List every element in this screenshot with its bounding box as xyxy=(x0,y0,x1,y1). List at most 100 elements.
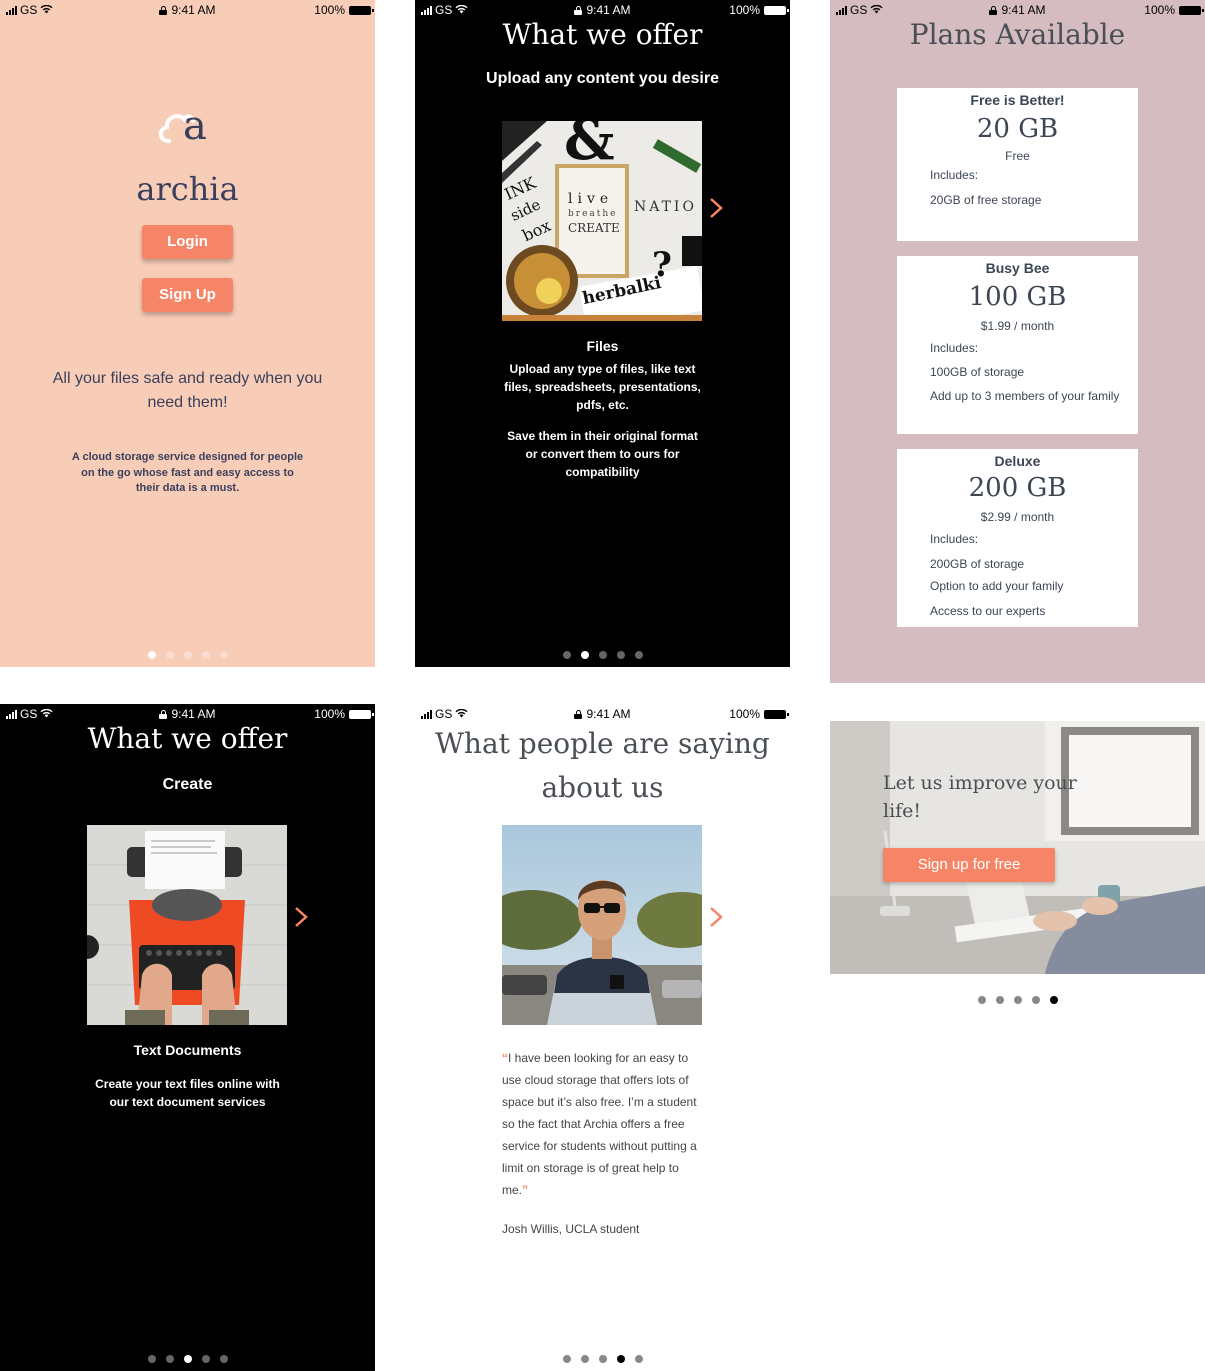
plan-feature: Add up to 3 members of your family xyxy=(930,389,1120,403)
status-time: 9:41 AM xyxy=(171,3,216,17)
page-dot[interactable] xyxy=(562,651,571,659)
person-photo xyxy=(502,825,702,1025)
page-dot[interactable] xyxy=(562,1355,571,1363)
welcome-screen: GS 9:41 AM 100% a archia Login Sign Up A… xyxy=(0,0,375,667)
page-dot[interactable] xyxy=(183,651,192,659)
plan-feature: Access to our experts xyxy=(930,604,1046,618)
status-bar: GS 9:41 AM 100% xyxy=(415,704,790,724)
page-dot[interactable] xyxy=(165,1355,174,1363)
feature-description: Create your text files online with our t… xyxy=(95,1077,280,1109)
page-subtitle: Upload any content you desire xyxy=(486,70,719,87)
page-subtitle: Create xyxy=(162,776,213,793)
image-text: NATIO xyxy=(634,199,697,215)
page-dot[interactable] xyxy=(219,651,228,659)
chevron-right-icon[interactable] xyxy=(294,904,308,935)
signup-button[interactable]: Sign Up xyxy=(142,278,233,312)
plan-name: Deluxe xyxy=(994,453,1041,469)
plan-card-deluxe[interactable]: Deluxe 200 GB $2.99 / month Includes: 20… xyxy=(897,449,1138,627)
page-dot[interactable] xyxy=(1049,996,1058,1004)
page-title: What we offer xyxy=(87,722,288,755)
status-bar: GS 9:41 AM 100% xyxy=(415,0,790,20)
plan-price: $2.99 / month xyxy=(980,510,1055,524)
plan-name: Busy Bee xyxy=(985,260,1050,276)
page-dot[interactable] xyxy=(1013,996,1022,1004)
image-text: live xyxy=(568,191,614,207)
status-time: 9:41 AM xyxy=(171,707,216,721)
plan-size: 20 GB xyxy=(976,114,1059,144)
status-bar: GS 9:41 AM 100% xyxy=(0,0,375,20)
plan-includes-label: Includes: xyxy=(930,532,979,546)
feature-title: Text Documents xyxy=(133,1042,242,1058)
lock-icon xyxy=(574,710,583,719)
page-dot[interactable] xyxy=(616,1355,625,1363)
page-dot[interactable] xyxy=(219,1355,228,1363)
page-dot[interactable] xyxy=(183,1355,192,1363)
testimonial-text: I have been looking for an easy to use c… xyxy=(502,1051,697,1197)
page-dot[interactable] xyxy=(1031,996,1040,1004)
battery-percent: 100% xyxy=(314,707,345,721)
plan-price: $1.99 / month xyxy=(980,319,1055,333)
status-time: 9:41 AM xyxy=(586,707,631,721)
offer-files-screen: GS 9:41 AM 100% What we offer Upload any… xyxy=(415,0,790,667)
plan-card-free[interactable]: Free is Better! 20 GB Free Includes: 20G… xyxy=(897,88,1138,241)
archia-logo: a xyxy=(155,103,215,150)
page-dot[interactable] xyxy=(616,651,625,659)
lock-icon xyxy=(159,6,168,15)
signup-free-button[interactable]: Sign up for free xyxy=(883,848,1055,882)
battery-percent: 100% xyxy=(729,3,760,17)
testimonial-quote: “I have been looking for an easy to use … xyxy=(502,1047,707,1201)
plan-feature: 200GB of storage xyxy=(930,557,1025,571)
image-text: ? xyxy=(652,245,672,285)
status-time: 9:41 AM xyxy=(1001,3,1046,17)
page-dot[interactable] xyxy=(634,651,643,659)
page-dot[interactable] xyxy=(580,1355,589,1363)
chevron-right-icon[interactable] xyxy=(709,195,723,226)
typewriter-photo xyxy=(87,825,287,1025)
plan-size: 100 GB xyxy=(968,282,1067,312)
status-time: 9:41 AM xyxy=(586,3,631,17)
page-indicator xyxy=(415,651,790,659)
offer-create-screen: GS 9:41 AM 100% What we offer Create Tex… xyxy=(0,704,375,1371)
battery-percent: 100% xyxy=(729,707,760,721)
lock-icon xyxy=(574,6,583,15)
plan-feature: 20GB of free storage xyxy=(930,193,1042,207)
battery-icon xyxy=(349,5,374,15)
image-text: CREATE xyxy=(568,221,620,235)
battery-icon xyxy=(1179,5,1204,15)
page-title: What we offer xyxy=(502,18,703,51)
page-dot[interactable] xyxy=(201,651,210,659)
status-bar: GS 9:41 AM 100% xyxy=(0,704,375,724)
signup-cta-screen: Let us improve your life! Sign up for fr… xyxy=(830,721,1205,1011)
image-text: & xyxy=(564,121,615,173)
logo-letter: a xyxy=(183,103,207,149)
chevron-right-icon[interactable] xyxy=(709,904,723,935)
page-indicator xyxy=(0,1355,375,1363)
page-dot[interactable] xyxy=(977,996,986,1004)
page-dot[interactable] xyxy=(165,651,174,659)
plan-includes-label: Includes: xyxy=(930,341,979,355)
login-button[interactable]: Login xyxy=(142,225,233,259)
battery-icon xyxy=(349,709,374,719)
hero-headline: Let us improve your life! xyxy=(883,772,1077,822)
page-dot[interactable] xyxy=(598,651,607,659)
lock-icon xyxy=(159,710,168,719)
page-dot[interactable] xyxy=(201,1355,210,1363)
page-dot[interactable] xyxy=(580,651,589,659)
plan-price: Free xyxy=(1005,149,1030,163)
page-dot[interactable] xyxy=(598,1355,607,1363)
headline: All your files safe and ready when you n… xyxy=(52,370,323,411)
plan-card-busy-bee[interactable]: Busy Bee 100 GB $1.99 / month Includes: … xyxy=(897,256,1138,434)
page-indicator xyxy=(0,651,375,659)
page-dot[interactable] xyxy=(147,1355,156,1363)
page-dot[interactable] xyxy=(995,996,1004,1004)
feature-description: Save them in their original format or co… xyxy=(507,429,698,479)
image-text: breathe xyxy=(568,209,618,219)
plan-name: Free is Better! xyxy=(970,92,1065,108)
feature-title: Files xyxy=(586,338,619,354)
close-quote-mark: ” xyxy=(522,1183,529,1197)
plan-size: 200 GB xyxy=(968,473,1067,503)
battery-percent: 100% xyxy=(314,3,345,17)
page-dot[interactable] xyxy=(147,651,156,659)
page-dot[interactable] xyxy=(634,1355,643,1363)
page-indicator xyxy=(830,996,1205,1004)
